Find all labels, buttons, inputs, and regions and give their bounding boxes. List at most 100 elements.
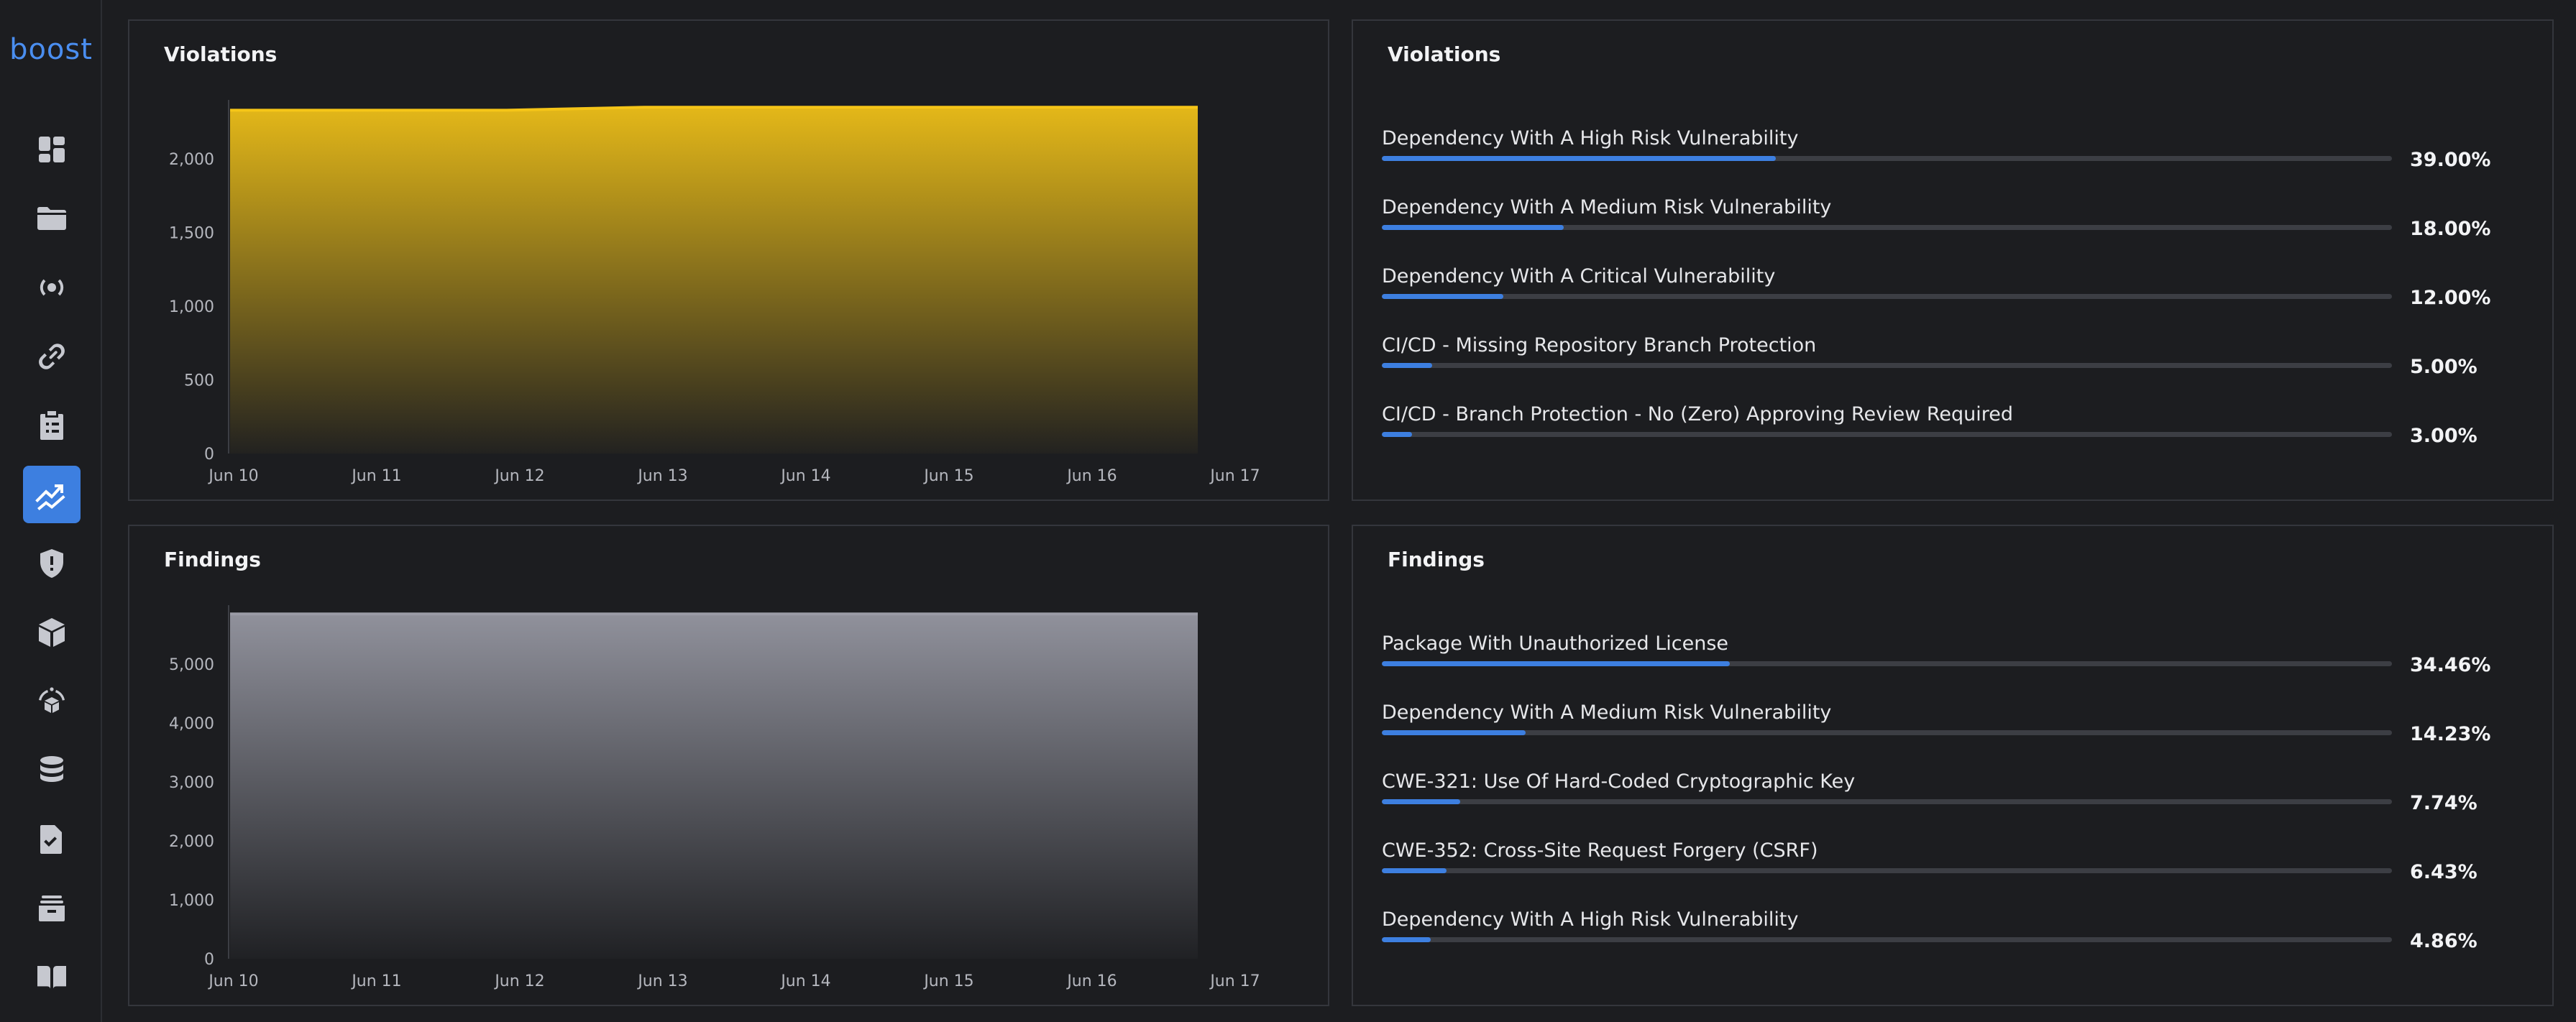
book-icon xyxy=(37,966,66,989)
findings-x-tick-label: Jun 10 xyxy=(207,972,258,990)
broadcast-icon xyxy=(40,279,64,296)
link-icon xyxy=(39,344,65,369)
breakdown-row-label: Dependency With A Medium Risk Vulnerabil… xyxy=(1382,196,1832,218)
findings-y-tick-label: 2,000 xyxy=(169,833,214,851)
breakdown-row-label: Dependency With A High Risk Vulnerabilit… xyxy=(1382,908,1799,931)
breakdown-row-label: CI/CD - Branch Protection - No (Zero) Ap… xyxy=(1382,403,2014,425)
breakdown-progress-fill xyxy=(1382,868,1447,873)
findings-area-fill xyxy=(230,614,1198,959)
breakdown-progress-fill xyxy=(1382,363,1433,368)
nav-security[interactable] xyxy=(23,535,81,592)
findings-x-tick-label: Jun 11 xyxy=(350,972,401,990)
violations-area-chart: 0 500 1,000 1,500 2,000 Jun 10 Jun 11 Jun 12 Jun… xyxy=(169,100,1260,485)
breakdown-progress-track xyxy=(1382,432,2392,437)
breakdown-row[interactable]: CWE-321: Use Of Hard-Coded Cryptographic… xyxy=(1382,770,2509,821)
breakdown-row[interactable]: Dependency With A High Risk Vulnerabilit… xyxy=(1382,908,2509,959)
findings-y-tick-label: 4,000 xyxy=(169,715,214,733)
nav-broadcast[interactable] xyxy=(23,259,81,316)
breakdown-row[interactable]: Dependency With A High Risk Vulnerabilit… xyxy=(1382,127,2509,178)
nav-integrations[interactable] xyxy=(23,328,81,385)
nav-projects[interactable] xyxy=(23,190,81,247)
breakdown-row[interactable]: CWE-352: Cross-Site Request Forgery (CSR… xyxy=(1382,839,2509,890)
nav-archive[interactable] xyxy=(23,880,81,937)
violations-chart-panel: Violations 0 500 1,000 1,500 2,000 Jun 10 Jun … xyxy=(128,19,1329,501)
findings-x-tick-label: Jun 17 xyxy=(1209,972,1260,990)
violations-y-tick-label: 500 xyxy=(184,372,214,390)
breakdown-row[interactable]: CI/CD - Missing Repository Branch Protec… xyxy=(1382,334,2509,385)
nav-dashboard[interactable] xyxy=(23,121,81,178)
breakdown-row-value: 12.00% xyxy=(2410,287,2491,309)
violations-breakdown-panel: Violations Dependency With A High Risk V… xyxy=(1352,19,2554,501)
breakdown-progress-track xyxy=(1382,799,2392,804)
dashboard-icon xyxy=(39,137,65,162)
package-orbit-icon xyxy=(39,687,65,713)
breakdown-row-value: 5.00% xyxy=(2410,356,2478,378)
nav-analytics[interactable] xyxy=(23,466,81,523)
nav-packages[interactable] xyxy=(23,604,81,661)
violations-x-tick-label: Jun 16 xyxy=(1065,467,1117,485)
breakdown-progress-fill xyxy=(1382,156,1776,161)
breakdown-progress-track xyxy=(1382,363,2392,368)
findings-chart-panel: Findings 0 1,000 2,000 3,000 4,000 5,000 Jun 1… xyxy=(128,525,1329,1006)
nav-data[interactable] xyxy=(23,742,81,799)
violations-y-tick-label: 0 xyxy=(204,446,214,464)
breakdown-row[interactable]: Package With Unauthorized License 34.46% xyxy=(1382,632,2509,683)
package-icon xyxy=(39,618,65,647)
breakdown-row-value: 18.00% xyxy=(2410,218,2491,240)
database-icon xyxy=(40,756,63,782)
findings-y-tick-label: 0 xyxy=(204,951,214,969)
breakdown-row-label: Dependency With A Critical Vulnerability xyxy=(1382,265,1776,287)
breakdown-row[interactable]: Dependency With A Medium Risk Vulnerabil… xyxy=(1382,196,2509,247)
breakdown-row-value: 7.74% xyxy=(2410,792,2478,814)
findings-area-chart: 0 1,000 2,000 3,000 4,000 5,000 Jun 10 Jun 11 Ju… xyxy=(169,605,1260,990)
breakdown-progress-fill xyxy=(1382,294,1503,299)
breakdown-progress-fill xyxy=(1382,432,1413,437)
breakdown-row-label: CWE-321: Use Of Hard-Coded Cryptographic… xyxy=(1382,770,1856,793)
breakdown-progress-track xyxy=(1382,294,2392,299)
breakdown-progress-track xyxy=(1382,225,2392,230)
breakdown-row-value: 34.46% xyxy=(2410,654,2491,676)
breakdown-progress-fill xyxy=(1382,661,1731,666)
findings-x-tick-label: Jun 16 xyxy=(1065,972,1117,990)
trend-chart-icon xyxy=(35,484,65,510)
breakdown-progress-fill xyxy=(1382,937,1431,942)
breakdown-progress-track xyxy=(1382,730,2392,735)
breakdown-progress-track xyxy=(1382,937,2392,942)
breakdown-row-value: 4.86% xyxy=(2410,930,2478,952)
breakdown-progress-fill xyxy=(1382,225,1564,230)
violations-x-tick-label: Jun 12 xyxy=(493,467,544,485)
violations-breakdown-title: Violations xyxy=(1388,42,1501,66)
breakdown-row[interactable]: Dependency With A Critical Vulnerability… xyxy=(1382,265,2509,316)
nav-reports[interactable] xyxy=(23,397,81,454)
breakdown-progress-track xyxy=(1382,661,2392,666)
findings-y-tick-label: 5,000 xyxy=(169,656,214,674)
findings-x-tick-label: Jun 14 xyxy=(779,972,830,990)
findings-y-tick-label: 1,000 xyxy=(169,892,214,910)
breakdown-row[interactable]: Dependency With A Medium Risk Vulnerabil… xyxy=(1382,701,2509,752)
violations-y-tick-label: 1,500 xyxy=(169,225,214,243)
breakdown-progress-track xyxy=(1382,156,2392,161)
breakdown-progress-fill xyxy=(1382,799,1460,804)
violations-x-tick-label: Jun 17 xyxy=(1209,467,1260,485)
archive-icon xyxy=(39,896,65,921)
breakdown-row-label: CWE-352: Cross-Site Request Forgery (CSR… xyxy=(1382,839,1818,862)
nav-docs[interactable] xyxy=(23,949,81,1006)
findings-breakdown-title: Findings xyxy=(1388,548,1485,571)
breakdown-row-value: 6.43% xyxy=(2410,861,2478,883)
breakdown-row-label: Dependency With A Medium Risk Vulnerabil… xyxy=(1382,701,1832,724)
boost-logo[interactable]: boost xyxy=(0,33,102,66)
sidebar: boost xyxy=(0,0,102,1022)
findings-x-tick-label: Jun 12 xyxy=(493,972,544,990)
violations-x-tick-label: Jun 11 xyxy=(350,467,401,485)
breakdown-progress-track xyxy=(1382,868,2392,873)
violations-x-tick-label: Jun 15 xyxy=(922,467,973,485)
breakdown-row-label: Package With Unauthorized License xyxy=(1382,632,1729,655)
findings-x-tick-label: Jun 15 xyxy=(922,972,973,990)
breakdown-row[interactable]: CI/CD - Branch Protection - No (Zero) Ap… xyxy=(1382,403,2509,454)
breakdown-row-value: 39.00% xyxy=(2410,149,2491,171)
findings-y-tick-label: 3,000 xyxy=(169,774,214,792)
findings-x-tick-label: Jun 13 xyxy=(636,972,687,990)
clipboard-icon xyxy=(40,411,63,440)
nav-compliance[interactable] xyxy=(23,811,81,868)
nav-dependencies[interactable] xyxy=(23,673,81,730)
